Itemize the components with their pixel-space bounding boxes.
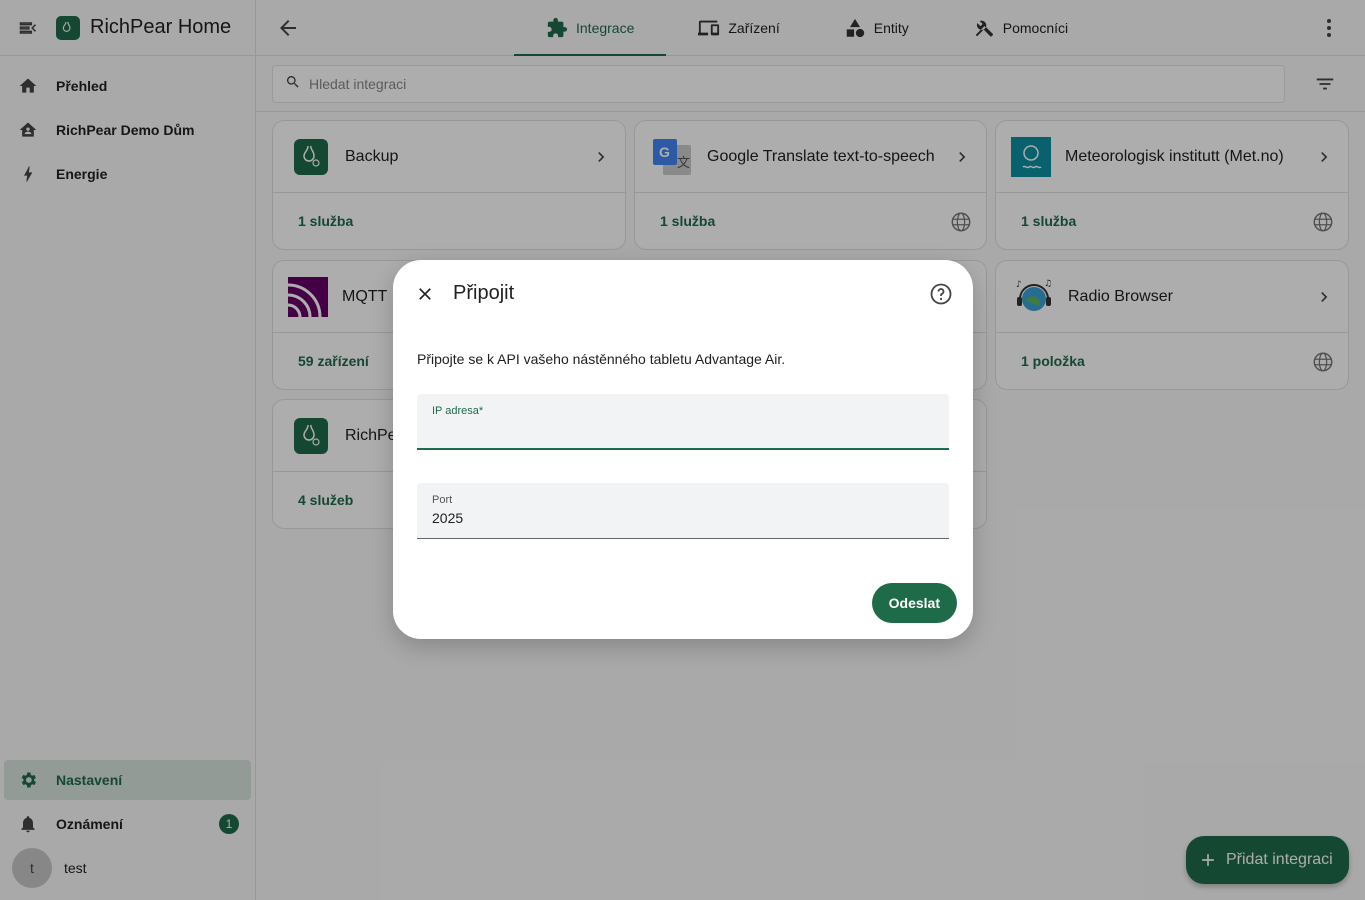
- connect-dialog: Připojit Připojte se k API vašeho nástěn…: [393, 260, 973, 639]
- dialog-title: Připojit: [453, 282, 515, 304]
- submit-button[interactable]: Odeslat: [871, 583, 957, 623]
- dialog-description: Připojte se k API vašeho nástěnného tabl…: [417, 351, 786, 367]
- help-icon[interactable]: [929, 282, 953, 306]
- ip-address-label: IP adresa*: [432, 405, 484, 417]
- port-field[interactable]: Port: [417, 483, 949, 539]
- port-label: Port: [432, 494, 453, 506]
- ip-address-input[interactable]: [432, 421, 932, 437]
- close-icon[interactable]: [413, 282, 437, 306]
- port-input[interactable]: [432, 510, 932, 526]
- ip-address-field[interactable]: IP adresa*: [417, 394, 949, 450]
